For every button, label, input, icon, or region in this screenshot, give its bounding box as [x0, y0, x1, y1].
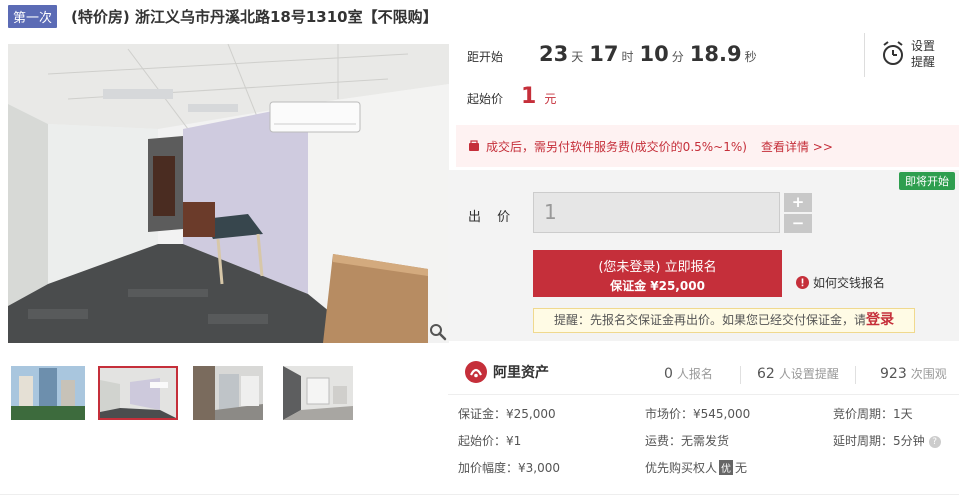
bottom-divider: [0, 494, 959, 495]
countdown-days-unit: 天: [571, 50, 584, 64]
signup-button[interactable]: (您未登录) 立即报名 保证金 ¥25,000: [533, 250, 782, 297]
fee-details-link[interactable]: 查看详情 >>: [761, 138, 833, 155]
bid-cycle-info: 竞价周期：1天: [833, 407, 913, 421]
stat-unit: 人报名: [676, 367, 713, 381]
thumbnail-1[interactable]: [11, 366, 85, 420]
login-link[interactable]: 登录: [866, 312, 894, 328]
stat-signups: 0 人报名: [664, 365, 713, 382]
stat-value: 923: [880, 366, 907, 382]
start-price-value: 1: [521, 84, 537, 109]
howto-pay-link[interactable]: 如何交钱报名: [796, 274, 885, 291]
divider: [448, 394, 959, 395]
brand-name: 阿里资产: [493, 365, 549, 381]
increment-info: 加价幅度：¥3,000: [458, 461, 560, 475]
start-price-info: 起始价：¥1: [458, 434, 522, 448]
stat-divider: [740, 366, 741, 384]
delay-cycle-text: 延时周期：5分钟: [833, 434, 925, 448]
wallet-icon: [469, 140, 479, 151]
auction-page: 第一次 (特价房) 浙江义乌市丹溪北路18号1310室【不限购】 距开始 23 …: [0, 0, 959, 499]
bid-label: 出 价: [468, 210, 517, 225]
stat-value: 62: [757, 366, 775, 382]
thumbnail-4[interactable]: [283, 366, 353, 420]
alarm-clock-icon: [883, 41, 903, 65]
countdown-label: 距开始: [467, 50, 504, 64]
start-price-unit: 元: [544, 92, 557, 106]
zoom-icon[interactable]: [429, 323, 447, 341]
ali-assets-logo-icon: [465, 361, 487, 383]
thumbnail-2[interactable]: [98, 366, 178, 420]
bid-panel: 即将开始 出 价 1 + − (您未登录) 立即报名 保证金 ¥25,000 如…: [448, 170, 959, 341]
stat-views: 923 次围观: [880, 365, 947, 382]
howto-pay-label: 如何交钱报名: [813, 276, 886, 290]
countdown-seconds: 18.9: [689, 42, 742, 66]
help-icon[interactable]: ?: [928, 435, 941, 448]
shipping-info: 运费：无需发货: [645, 434, 730, 448]
title-row: 第一次 (特价房) 浙江义乌市丹溪北路18号1310室【不限购】: [8, 4, 438, 28]
countdown-seconds-unit: 秒: [744, 50, 757, 64]
set-reminder-button[interactable]: 设置 提醒: [881, 38, 935, 70]
start-price-label: 起始价: [467, 92, 504, 106]
deposit-info: 保证金：¥25,000: [458, 407, 556, 421]
remind-divider: [864, 33, 865, 77]
main-photo[interactable]: [8, 44, 449, 343]
decrease-bid-button[interactable]: −: [784, 214, 812, 233]
login-tip-text: 提醒：先报名交保证金再出价。如果您已经交付保证金，请: [554, 313, 867, 327]
signup-deposit-label: 保证金 ¥25,000: [610, 279, 705, 293]
priority-buyer-info: 优先购买权人优无: [645, 459, 747, 476]
countdown-hours: 17: [589, 42, 619, 66]
countdown-minutes-unit: 分: [671, 50, 684, 64]
status-badge: 即将开始: [899, 172, 955, 190]
start-price: 起始价 1 元: [467, 84, 556, 109]
stat-divider: [855, 366, 856, 384]
info-icon: [796, 276, 809, 289]
signup-button-label: (您未登录) 立即报名: [598, 260, 717, 275]
thumbnail-3[interactable]: [193, 366, 263, 420]
remind-label-1: 设置: [911, 39, 936, 53]
bid-amount-input[interactable]: 1: [533, 192, 780, 233]
countdown-days: 23: [539, 42, 569, 66]
market-price-info: 市场价：¥545,000: [645, 407, 751, 421]
fee-notice-text: 成交后，需另付软件服务费(成交价的0.5%~1%): [486, 139, 747, 154]
countdown-hours-unit: 时: [621, 50, 634, 64]
stat-unit: 人设置提醒: [778, 367, 839, 381]
priority-buyer-value: 无: [735, 461, 748, 475]
login-tip: 提醒：先报名交保证金再出价。如果您已经交付保证金，请登录: [533, 308, 915, 333]
priority-buyer-label: 优先购买权人: [645, 461, 718, 475]
stat-unit: 次围观: [910, 367, 947, 381]
page-title: (特价房) 浙江义乌市丹溪北路18号1310室【不限购】: [71, 7, 438, 26]
remind-label-2: 提醒: [911, 55, 936, 69]
countdown-minutes: 10: [639, 42, 669, 66]
round-badge: 第一次: [8, 4, 58, 28]
brand: 阿里资产: [465, 361, 549, 383]
stat-reminders: 62 人设置提醒: [757, 365, 839, 382]
fee-notice: 成交后，需另付软件服务费(成交价的0.5%~1%) 查看详情 >>: [456, 125, 959, 167]
delay-cycle-info: 延时周期：5分钟?: [833, 432, 941, 449]
priority-badge: 优: [719, 460, 734, 475]
increase-bid-button[interactable]: +: [784, 193, 812, 212]
countdown: 距开始 23 天 17 时 10 分 18.9 秒: [467, 42, 763, 66]
stat-value: 0: [664, 366, 673, 382]
